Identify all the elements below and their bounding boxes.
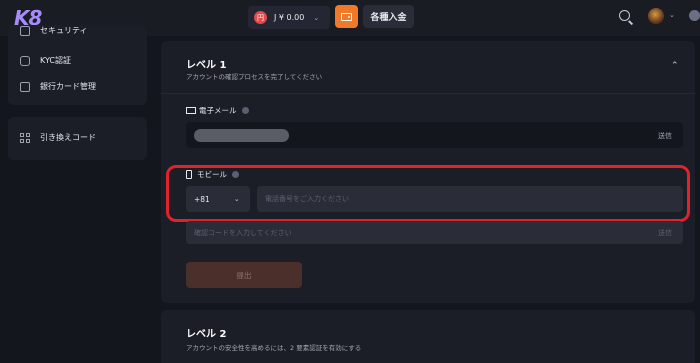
send-code-button[interactable]: 送信	[658, 228, 672, 238]
level2-title: レベル 2	[186, 329, 227, 340]
info-icon[interactable]	[241, 107, 249, 114]
email-value-redacted	[194, 129, 289, 142]
mobile-label: モビール	[186, 169, 239, 180]
send-email-button[interactable]: 送信	[658, 131, 672, 141]
shield-icon	[20, 25, 30, 36]
lock-icon	[20, 55, 30, 66]
level1-panel: レベル 1 アカウントの確認プロセスを完了してください ⌃ 電子メール 送信 モ…	[161, 41, 695, 303]
info-icon[interactable]	[232, 171, 239, 178]
wallet-icon	[341, 12, 352, 21]
message-icon[interactable]	[689, 10, 700, 21]
wallet-button[interactable]	[335, 5, 358, 28]
email-label-text: 電子メール	[199, 106, 237, 115]
qr-code-icon	[20, 132, 30, 143]
chevron-up-icon[interactable]: ⌃	[671, 61, 679, 71]
sidebar-item-security[interactable]: セキュリティ	[20, 25, 88, 36]
deposit-button[interactable]: 各種入金	[363, 5, 414, 28]
sidebar-item-label: KYC認証	[40, 56, 71, 65]
yen-currency-icon: 円	[254, 11, 267, 24]
level1-subtitle: アカウントの確認プロセスを完了してください	[186, 73, 323, 81]
balance-selector[interactable]: 円 J ¥ 0.00 ⌄	[248, 6, 330, 29]
mobile-label-text: モビール	[197, 170, 227, 179]
country-code-value: +81	[194, 194, 210, 204]
chevron-down-icon[interactable]: ⌄	[669, 11, 675, 19]
chevron-down-icon: ⌄	[313, 13, 320, 22]
submit-button[interactable]: 提出	[186, 262, 302, 288]
sidebar-item-redeem-code[interactable]: 引き換えコード	[20, 132, 96, 143]
level1-title: レベル 1	[186, 60, 227, 71]
mail-icon	[186, 107, 196, 114]
level2-subtitle: アカウントの安全性を高めるには、2 要素認証を有効にする	[186, 344, 362, 352]
sidebar-account-menu: セキュリティ KYC認証 銀行カード管理	[8, 25, 147, 105]
balance-amount: J ¥ 0.00	[274, 13, 305, 22]
card-icon	[20, 81, 30, 92]
sidebar-item-bank-card[interactable]: 銀行カード管理	[20, 81, 96, 92]
search-icon[interactable]	[619, 10, 630, 21]
phone-number-input[interactable]	[257, 186, 683, 212]
verification-code-input[interactable]	[186, 221, 683, 244]
level2-panel[interactable]: レベル 2 アカウントの安全性を高めるには、2 要素認証を有効にする	[161, 310, 695, 363]
phone-icon	[186, 170, 192, 179]
country-code-select[interactable]: +81 ⌄	[186, 186, 250, 212]
email-label: 電子メール	[186, 105, 249, 116]
chevron-down-icon: ⌄	[233, 195, 240, 203]
sidebar-item-label: 銀行カード管理	[40, 82, 96, 91]
avatar[interactable]	[648, 8, 664, 24]
sidebar-redeem-menu: 引き換えコード	[8, 117, 147, 160]
sidebar-item-kyc[interactable]: KYC認証	[20, 55, 71, 66]
email-field[interactable]: 送信	[186, 122, 683, 148]
sidebar-item-label: 引き換えコード	[40, 133, 96, 142]
divider	[161, 93, 695, 94]
sidebar-item-label: セキュリティ	[40, 26, 88, 35]
